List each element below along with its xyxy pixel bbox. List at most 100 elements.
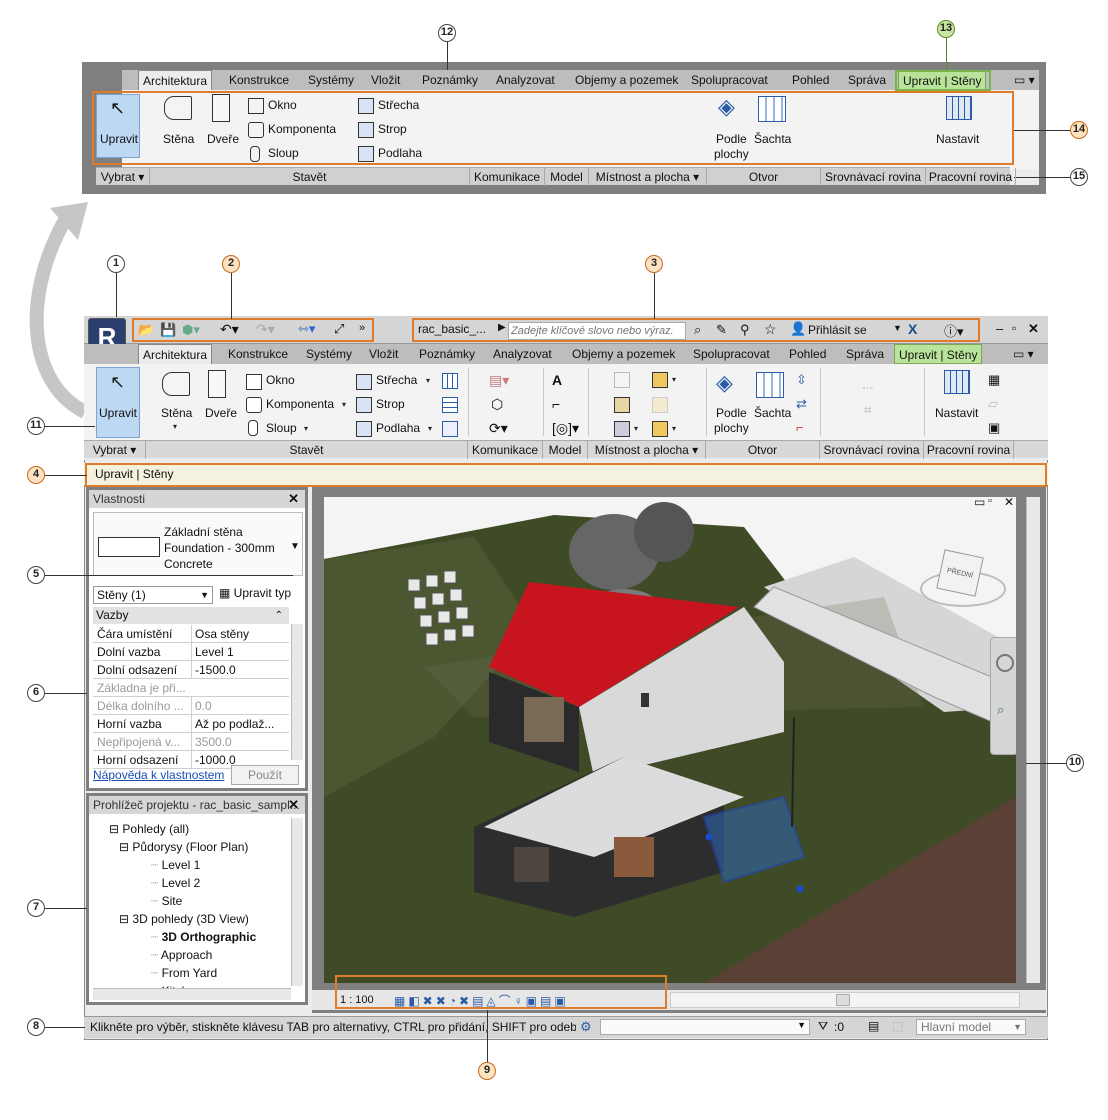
help-icon[interactable]: ⓘ▾	[944, 321, 964, 340]
area-tag-icon[interactable]	[652, 421, 668, 437]
view-close-icon[interactable]: ✕	[1004, 497, 1014, 509]
railing-icon[interactable]: ▤▾	[489, 372, 509, 388]
property-row[interactable]: Délka dolního ... 0.0	[93, 697, 289, 715]
component-button[interactable]: Komponenta	[268, 122, 336, 136]
opening-by-face-button[interactable]: Podle plochy	[714, 132, 749, 162]
model-3d-view[interactable]	[324, 497, 1016, 983]
curtain-system-icon[interactable]	[442, 373, 458, 389]
qat-measure-icon[interactable]: ⇿▾	[298, 321, 315, 337]
room-separator-icon[interactable]	[614, 397, 630, 413]
worksets-icon[interactable]: ⚙	[580, 1019, 592, 1035]
browser-tree-item[interactable]: ┈ Level 2	[151, 876, 200, 890]
sign-in-dropdown-icon[interactable]: ▼	[893, 323, 902, 333]
tab-insert[interactable]: Vložit	[367, 70, 404, 90]
floor-button[interactable]: Podlaha	[378, 146, 422, 160]
qat-sync-icon[interactable]: ⬢▾	[182, 322, 200, 338]
tab-structure[interactable]: Konstrukce	[225, 70, 293, 90]
component-button[interactable]: Komponenta	[266, 397, 334, 411]
shaft-button[interactable]: Šachta	[754, 406, 791, 420]
subscription-icon[interactable]: ✎	[716, 322, 727, 338]
wall-dropdown-icon[interactable]: ▾	[173, 422, 177, 431]
hscroll-thumb[interactable]	[836, 994, 850, 1006]
search-arrow-icon[interactable]: ▶	[498, 322, 506, 333]
area-icon[interactable]	[652, 372, 668, 388]
property-row[interactable]: Dolní odsazení -1500.0	[93, 661, 289, 679]
door-button[interactable]: Dveře	[205, 406, 237, 420]
window-button[interactable]: Okno	[268, 98, 297, 112]
room-tag-dropdown-icon[interactable]: ▾	[634, 424, 638, 433]
tab-annotate[interactable]: Poznámky	[418, 70, 482, 90]
browser-tree-item[interactable]: ┈ From Yard	[151, 966, 217, 980]
property-value[interactable]: 0.0	[191, 697, 287, 715]
ceiling-button[interactable]: Strop	[378, 122, 407, 136]
vertical-opening-icon[interactable]: ⇄	[796, 396, 812, 412]
browser-close-icon[interactable]: ✕	[288, 797, 299, 813]
navigation-bar[interactable]: ⌕	[990, 637, 1016, 755]
exchange-apps-icon[interactable]: X	[908, 321, 917, 337]
view-hscrollbar[interactable]	[670, 992, 1020, 1008]
window-close-icon[interactable]: ✕	[1028, 321, 1039, 337]
property-row[interactable]: Dolní vazba Level 1	[93, 643, 289, 661]
properties-help-link[interactable]: Nápověda k vlastnostem	[93, 768, 224, 782]
browser-tree-item[interactable]: ⊟ Půdorysy (Floor Plan)	[119, 840, 248, 854]
ribbon-minimize-icon[interactable]: ▭ ▾	[1010, 70, 1039, 90]
column-button[interactable]: Sloup	[266, 421, 297, 435]
show-workplane-icon[interactable]: ▦	[988, 372, 1004, 388]
tab-collaborate[interactable]: Spolupracovat	[689, 344, 774, 364]
panel-room-area[interactable]: Místnost a plocha ▾	[589, 168, 707, 186]
tree-collapse-icon[interactable]: ⊟	[109, 822, 122, 836]
browser-tree-item[interactable]: ┈ Level 1	[151, 858, 200, 872]
set-workplane-button[interactable]: Nastavit	[936, 132, 979, 146]
ramp-icon[interactable]: ⬡	[491, 396, 507, 412]
constraints-group[interactable]: Vazby ⌃	[93, 607, 289, 624]
qat-dimension-icon[interactable]: ⤢	[334, 321, 344, 337]
roof-button[interactable]: Střecha	[378, 98, 419, 112]
property-row[interactable]: Základna je při...	[93, 679, 289, 697]
property-value[interactable]: Level 1	[191, 643, 287, 661]
property-value[interactable]: Až po podlaž...	[191, 715, 287, 733]
window-minimize-icon[interactable]: –	[996, 321, 1003, 336]
type-dropdown-icon[interactable]: ▼	[290, 541, 300, 552]
browser-tree-item[interactable]: ┈ Site	[151, 894, 182, 908]
property-row[interactable]: Čára umístění Osa stěny	[93, 625, 289, 643]
qat-undo-icon[interactable]: ↶▾	[220, 321, 239, 338]
tab-collaborate[interactable]: Spolupracovat	[687, 70, 772, 90]
panel-room-area[interactable]: Místnost a plocha ▾	[588, 441, 706, 459]
communication-icon[interactable]: ⚲	[740, 322, 750, 338]
property-row[interactable]: Horní vazba Až po podlaž...	[93, 715, 289, 733]
view-scale[interactable]: 1 : 100	[340, 994, 374, 1006]
view-control-icons[interactable]: ▦◧✖✖◔✖▤◬⌒♀▣▤▣	[394, 992, 569, 1009]
tab-view[interactable]: Pohled	[788, 70, 833, 90]
area-dropdown-icon[interactable]: ▾	[672, 375, 676, 384]
browser-tree-item[interactable]: ⊟ Pohledy (all)	[109, 822, 189, 836]
window-restore-icon[interactable]: ▫	[1012, 321, 1016, 335]
search-binoculars-icon[interactable]: ⌕	[694, 322, 701, 338]
curtain-grid-icon[interactable]	[442, 397, 458, 413]
viewcube[interactable]: PŘEDNÍ	[920, 549, 1006, 607]
ref-plane-icon[interactable]: ▱	[988, 396, 1004, 412]
apply-button[interactable]: Použít	[231, 765, 299, 785]
tab-analyze[interactable]: Analyzovat	[492, 70, 559, 90]
search-input[interactable]	[508, 322, 686, 340]
qat-open-icon[interactable]: 📂	[138, 322, 154, 338]
room-tag-icon[interactable]	[614, 421, 630, 437]
tab-systems[interactable]: Systémy	[302, 344, 356, 364]
model-group-icon[interactable]: [◎]▾	[552, 420, 579, 436]
tab-architecture[interactable]: Architektura	[138, 70, 213, 90]
status-combo[interactable]: ▼	[600, 1019, 810, 1035]
sign-in-button[interactable]: Přihlásit se	[808, 323, 867, 337]
drawing-area[interactable]: PŘEDNÍ ⌕ ▭ ▫ ✕	[324, 497, 1016, 983]
browser-hscrollbar[interactable]	[93, 988, 291, 1000]
ceiling-button[interactable]: Strop	[376, 397, 405, 411]
edit-type-button[interactable]: ▦ Upravit typ	[219, 586, 291, 600]
room-icon[interactable]	[614, 372, 630, 388]
type-selector[interactable]: Základní stěna Foundation - 300mm Concre…	[93, 512, 303, 576]
qat-save-icon[interactable]: 💾	[160, 322, 176, 338]
design-options-icon[interactable]: ⬚	[892, 1019, 903, 1033]
property-value[interactable]: -1500.0	[191, 661, 287, 679]
view-restore-icon[interactable]: ▫	[988, 497, 992, 507]
tab-analyze[interactable]: Analyzovat	[489, 344, 556, 364]
floor-dropdown-icon[interactable]: ▾	[428, 424, 432, 433]
wall-button[interactable]: Stěna	[163, 132, 194, 146]
panel-select[interactable]: Vybrat ▾	[84, 441, 146, 459]
